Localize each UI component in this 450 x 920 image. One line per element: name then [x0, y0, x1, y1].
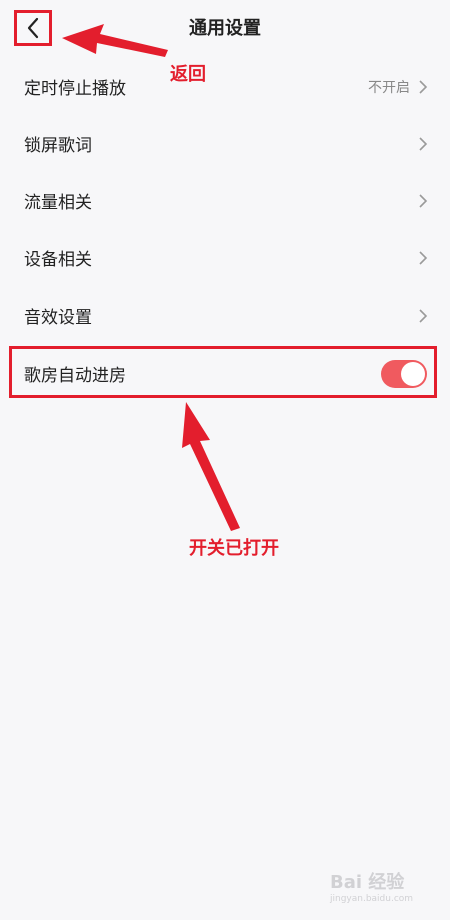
back-annotation: 返回 — [170, 64, 206, 85]
settings-row-value: 不开启 — [368, 79, 410, 96]
chevron-right-icon — [419, 309, 428, 323]
chevron-right-icon — [419, 194, 428, 208]
settings-row-sound-effects[interactable]: 音效设置 — [0, 287, 450, 344]
settings-row-device[interactable]: 设备相关 — [0, 229, 450, 286]
chevron-right-icon — [419, 137, 428, 151]
settings-row-label: 设备相关 — [24, 250, 92, 270]
settings-row-label: 定时停止播放 — [24, 79, 126, 99]
settings-row-timer-stop[interactable]: 定时停止播放 不开启 — [0, 58, 450, 115]
settings-row-label: 音效设置 — [24, 308, 92, 328]
switch-arrow-shape — [182, 402, 240, 531]
watermark-sub: jingyan.baidu.com — [330, 894, 414, 904]
chevron-right-icon — [419, 251, 428, 265]
watermark-text: Bai 经验 — [330, 872, 405, 893]
settings-row-lockscreen-lyrics[interactable]: 锁屏歌词 — [0, 115, 450, 172]
settings-row-label: 锁屏歌词 — [24, 136, 92, 156]
switch-annotation: 开关已打开 — [189, 538, 279, 559]
watermark: Bai 经验 jingyan.baidu.com — [330, 868, 413, 904]
highlight-box — [9, 346, 437, 398]
chevron-right-icon — [419, 80, 428, 94]
settings-row-label: 流量相关 — [24, 193, 92, 213]
header: 通用设置 — [0, 0, 450, 58]
page-title: 通用设置 — [189, 18, 261, 39]
settings-row-data-usage[interactable]: 流量相关 — [0, 172, 450, 229]
